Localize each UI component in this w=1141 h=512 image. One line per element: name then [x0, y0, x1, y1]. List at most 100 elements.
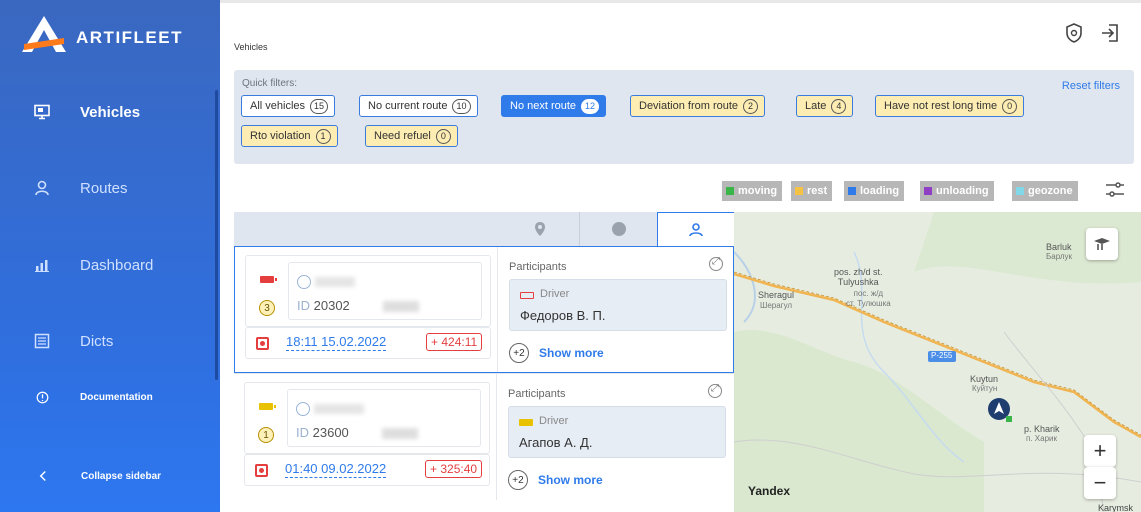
legend-label: unloading	[936, 185, 989, 197]
show-more-link[interactable]: Show more	[539, 346, 604, 360]
filter-settings-icon[interactable]	[1104, 180, 1126, 200]
legend-rest: rest	[791, 181, 833, 201]
tab-status[interactable]	[580, 212, 658, 246]
map-road-label: P-255	[931, 351, 953, 360]
status-circle-icon	[612, 222, 626, 236]
map-label-kuytun-ru: Куйтун	[972, 384, 998, 393]
map-label-tulyushka-ru: пос. ж/д ст. Тулюшка	[846, 289, 891, 308]
legend-swatch	[924, 187, 932, 195]
user-route-icon	[35, 180, 49, 196]
legend-moving: moving	[722, 181, 783, 201]
vehicle-time-row: 01:40 09.02.2022 + 325:40	[244, 454, 490, 486]
driver-name: Федоров В. П.	[520, 308, 606, 323]
filter-chip-no-current-route[interactable]: No current route 10	[359, 95, 478, 117]
sidebar-item-vehicles[interactable]: Vehicles	[0, 92, 216, 132]
filter-chip-rto-violation[interactable]: Rto violation 1	[241, 125, 338, 147]
vehicle-time-row: 18:11 15.02.2022 + 424:11	[245, 327, 491, 359]
sidebar-item-label: Dashboard	[80, 256, 154, 274]
vehicle-id: ID 23600	[296, 425, 349, 440]
sidebar: ARTIFLEET Vehicles Routes Dashboard Dict…	[0, 0, 220, 512]
vehicle-level-badge: 3	[259, 300, 275, 316]
legend-swatch	[1016, 187, 1024, 195]
vehicle-marker-icon[interactable]	[986, 396, 1016, 426]
filter-chip-have-not-rest[interactable]: Have not rest long time 0	[875, 95, 1025, 117]
expand-icon[interactable]	[708, 383, 722, 398]
sidebar-item-label: Collapse sidebar	[81, 470, 162, 482]
sidebar-item-routes[interactable]: Routes	[0, 168, 216, 208]
monitor-icon	[34, 104, 50, 120]
map-label-sheragul: Sheragul	[758, 290, 795, 300]
sidebar-item-dicts[interactable]: Dicts	[0, 321, 216, 361]
chip-count: 4	[831, 98, 847, 114]
map-label-kharik: p. Kharik	[1024, 424, 1060, 434]
chip-label: All vehicles	[250, 100, 306, 112]
page-title: Vehicles	[234, 42, 268, 52]
vehicle-card[interactable]: 3 ID 20302 18:11 15.02.2022 + 424:11 Par…	[234, 246, 734, 373]
vehicle-id-value: 20302	[313, 298, 350, 313]
sidebar-item-label: Dicts	[80, 332, 114, 350]
driver-box: Driver Агапов А. Д.	[508, 406, 726, 458]
map-label-barluk: Barluk	[1046, 242, 1072, 252]
zoom-out-button[interactable]: −	[1084, 467, 1116, 499]
filter-chip-no-next-route[interactable]: No next route 12	[501, 95, 607, 117]
sidebar-item-documentation[interactable]: Documentation	[0, 377, 216, 417]
person-icon	[689, 222, 703, 236]
blurred-id-suffix	[382, 428, 418, 439]
app-logo: ARTIFLEET	[18, 12, 218, 56]
map-layers-button[interactable]	[1086, 228, 1118, 260]
quick-filters-label: Quick filters:	[242, 78, 298, 89]
driver-battery-icon	[520, 292, 534, 299]
quick-filters-panel: Quick filters: Reset filters All vehicle…	[234, 70, 1134, 164]
chip-count: 2	[743, 98, 759, 114]
map-label-karymsk: Karymsk	[1098, 503, 1134, 512]
vehicle-id-value: 23600	[312, 425, 349, 440]
vehicle-time-link[interactable]: 18:11 15.02.2022	[286, 334, 387, 351]
expand-icon[interactable]	[709, 256, 723, 271]
vehicle-card[interactable]: 1 ID 23600 01:40 09.02.2022 + 325:40 Par…	[234, 373, 734, 500]
driver-label: Driver	[539, 415, 569, 427]
driver-battery-icon	[519, 419, 533, 426]
alarm-icon	[256, 337, 269, 350]
logout-icon[interactable]	[1100, 22, 1120, 44]
filter-chip-deviation-from-route[interactable]: Deviation from route 2	[630, 95, 766, 117]
sidebar-item-label: Routes	[80, 179, 128, 197]
vehicle-name-box: ID 23600	[287, 389, 481, 447]
tab-participants[interactable]	[657, 212, 735, 246]
collapse-sidebar-button[interactable]: Collapse sidebar	[0, 456, 216, 496]
reset-filters-link[interactable]: Reset filters	[1062, 80, 1120, 92]
yandex-logo: Yandex	[748, 484, 791, 498]
chip-count: 1	[315, 128, 331, 144]
filter-chip-need-refuel[interactable]: Need refuel 0	[365, 125, 458, 147]
app-name: ARTIFLEET	[76, 28, 183, 47]
chip-label: Have not rest long time	[884, 100, 998, 112]
card-divider	[496, 374, 497, 500]
vehicle-id-label: ID	[296, 425, 309, 440]
filter-chip-late[interactable]: Late 4	[796, 95, 854, 117]
zoom-in-button[interactable]: +	[1084, 435, 1116, 467]
legend-swatch	[795, 187, 803, 195]
vehicle-time-link[interactable]: 01:40 09.02.2022	[285, 461, 387, 478]
vehicle-info-box: 1 ID 23600	[244, 382, 490, 454]
map-label-barluk-ru: Барлук	[1046, 252, 1073, 261]
sidebar-item-dashboard[interactable]: Dashboard	[0, 245, 216, 285]
layers-icon	[1094, 238, 1110, 250]
more-participants-count: +2	[508, 470, 528, 490]
shield-icon[interactable]	[1064, 22, 1084, 44]
chip-count: 15	[310, 98, 329, 114]
map-terrain	[734, 212, 1141, 512]
map-label-sheragul-ru: Шерагул	[760, 301, 793, 310]
legend-unloading: unloading	[920, 181, 994, 201]
bar-chart-icon	[35, 260, 49, 272]
legend-label: rest	[807, 185, 828, 197]
blurred-id-suffix	[383, 301, 419, 312]
map-view[interactable]: Barluk Барлук pos. zh/d st. Tulyushka по…	[734, 212, 1141, 512]
tab-location[interactable]	[501, 212, 579, 246]
vehicle-id-label: ID	[297, 298, 310, 313]
filter-chip-all-vehicles[interactable]: All vehicles 15	[241, 95, 336, 117]
chip-label: Deviation from route	[639, 100, 739, 112]
blurred-plate	[315, 277, 355, 287]
alarm-icon	[255, 464, 268, 477]
show-more-link[interactable]: Show more	[538, 473, 603, 487]
sidebar-item-label: Vehicles	[80, 103, 141, 121]
sidebar-scrollbar[interactable]	[215, 90, 218, 380]
